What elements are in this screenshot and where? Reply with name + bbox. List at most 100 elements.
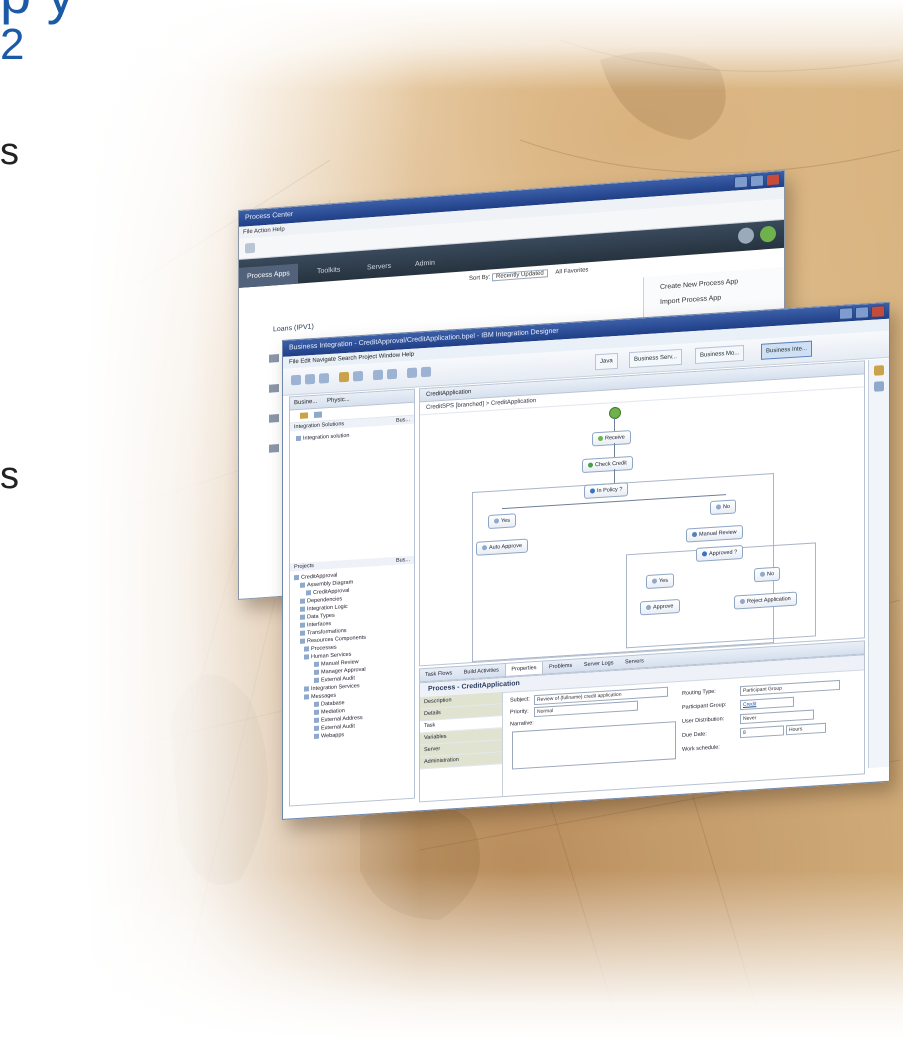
filter-link[interactable]: All Favorites: [555, 267, 588, 275]
node-label: Check Credit: [595, 460, 627, 469]
tab-servers[interactable]: Servers: [359, 256, 399, 279]
filter-icon[interactable]: [314, 411, 322, 418]
due-unit-select[interactable]: Hours: [786, 722, 826, 736]
window-title: Process Center: [245, 210, 294, 222]
print-icon[interactable]: [319, 373, 329, 384]
participant-group-link[interactable]: Credit: [740, 696, 794, 711]
user-distribution-label: User Distribution:: [682, 716, 725, 725]
section-menu[interactable]: Bus...: [396, 556, 414, 565]
search-icon[interactable]: [373, 369, 383, 381]
tab-physical-resources[interactable]: Physic...: [327, 397, 350, 404]
tab-server-logs[interactable]: Server Logs: [579, 657, 619, 671]
perspective-business-integration[interactable]: Business Inte...: [761, 340, 813, 360]
due-date-label: Due Date:: [682, 731, 707, 739]
user-distribution-select[interactable]: Never: [740, 709, 814, 725]
case-no-1[interactable]: No: [710, 499, 737, 516]
invoke-icon: [588, 462, 593, 468]
folder-icon[interactable]: [300, 412, 308, 419]
slide-title-version: 2: [0, 20, 25, 69]
case-icon: [494, 518, 499, 524]
process-app-row[interactable]: Loans (IPV1): [273, 323, 314, 333]
case-yes-1[interactable]: Yes: [488, 513, 516, 530]
maximize-button[interactable]: [855, 306, 869, 319]
tree-node-icon: [314, 677, 319, 684]
flow-connector: [614, 443, 615, 458]
back-icon[interactable]: [407, 367, 417, 379]
tab-properties[interactable]: Properties: [505, 661, 543, 676]
due-date-field[interactable]: 8: [740, 725, 784, 739]
tree-node-icon: [306, 590, 311, 596]
refresh-icon[interactable]: [387, 368, 397, 380]
decision-approved[interactable]: Approved ?: [696, 544, 744, 562]
start-event-icon[interactable]: [609, 406, 621, 420]
process-canvas[interactable]: Receive Check Credit In Policy ? Yes No …: [420, 387, 864, 665]
choice-icon: [702, 551, 707, 557]
bullet-fragment-1: s: [0, 131, 19, 173]
section-label: Projects: [294, 562, 314, 571]
receive-node[interactable]: Receive: [592, 430, 631, 447]
node-label: No: [723, 503, 731, 511]
maximize-button[interactable]: [750, 174, 764, 188]
tree-node-icon: [300, 614, 305, 620]
decision-in-policy[interactable]: In Policy ?: [584, 482, 629, 499]
priority-label: Priority:: [510, 708, 529, 716]
integration-designer-window[interactable]: Business Integration - CreditApproval/Cr…: [282, 301, 890, 820]
node-label: Receive: [605, 434, 625, 442]
flow-connector: [614, 417, 615, 432]
back-icon[interactable]: [245, 242, 255, 254]
choice-icon: [590, 488, 595, 494]
tab-servers[interactable]: Servers: [620, 655, 649, 669]
perspective-business-modeling[interactable]: Business Mo...: [695, 344, 745, 365]
section-menu[interactable]: Bus...: [396, 416, 414, 425]
flow-connector: [614, 469, 615, 484]
help-icon[interactable]: [760, 225, 776, 243]
perspective-business-services[interactable]: Business Serv...: [629, 348, 682, 369]
background-fade-top: [0, 0, 903, 90]
tree-node-icon: [300, 622, 305, 628]
tree-item-label: Integration solution: [303, 432, 350, 442]
narrative-label: Narrative:: [510, 720, 534, 728]
tab-business-integration[interactable]: Busine...: [294, 399, 317, 406]
tab-task-flows[interactable]: Task Flows: [420, 667, 457, 681]
tree-node-icon: [304, 686, 309, 692]
tab-problems[interactable]: Problems: [544, 659, 577, 673]
palette-icon[interactable]: [874, 365, 884, 376]
check-credit-node[interactable]: Check Credit: [582, 455, 633, 474]
human-task-icon: [692, 531, 697, 538]
new-icon[interactable]: [291, 374, 301, 386]
process-app-name: Loans (IPV1): [273, 323, 314, 334]
node-label: Yes: [501, 517, 510, 525]
properties-nav: Description Details Task Variables Serve…: [420, 692, 503, 802]
tree-node-icon: [314, 733, 319, 740]
outline-icon[interactable]: [874, 381, 884, 392]
tab-toolkits[interactable]: Toolkits: [309, 260, 348, 283]
assign-icon: [740, 598, 745, 605]
assign-icon: [482, 545, 487, 551]
minimize-button[interactable]: [839, 307, 853, 320]
sort-select[interactable]: Recently Updated: [492, 269, 548, 282]
solution-icon: [296, 435, 301, 442]
node-label: Auto Approve: [489, 542, 523, 551]
perspective-java[interactable]: Java: [595, 352, 618, 371]
narrative-textarea[interactable]: [512, 721, 676, 770]
close-button[interactable]: [766, 173, 780, 187]
tab-admin[interactable]: Admin: [407, 253, 443, 276]
share-icon: [269, 353, 279, 363]
close-button[interactable]: [871, 305, 885, 318]
case-no-2[interactable]: No: [754, 566, 781, 583]
tree-node-icon: [300, 630, 305, 636]
tree-node-icon: [300, 598, 305, 604]
minimize-button[interactable]: [734, 175, 748, 189]
run-icon[interactable]: [339, 371, 349, 383]
routing-type-select[interactable]: Participant Group: [740, 679, 840, 697]
user-icon[interactable]: [738, 227, 754, 245]
save-icon[interactable]: [305, 373, 315, 385]
process-editor[interactable]: CreditApplication CreditSPS [branched] >…: [419, 360, 865, 667]
debug-icon[interactable]: [353, 370, 363, 382]
forward-icon[interactable]: [421, 366, 431, 378]
assign-icon: [646, 604, 651, 611]
tab-process-apps[interactable]: Process Apps: [239, 263, 298, 288]
approve-node[interactable]: Approve: [640, 598, 680, 616]
business-integration-view[interactable]: Busine... Physic... Integration Solution…: [289, 388, 415, 807]
case-yes-2[interactable]: Yes: [646, 573, 674, 590]
